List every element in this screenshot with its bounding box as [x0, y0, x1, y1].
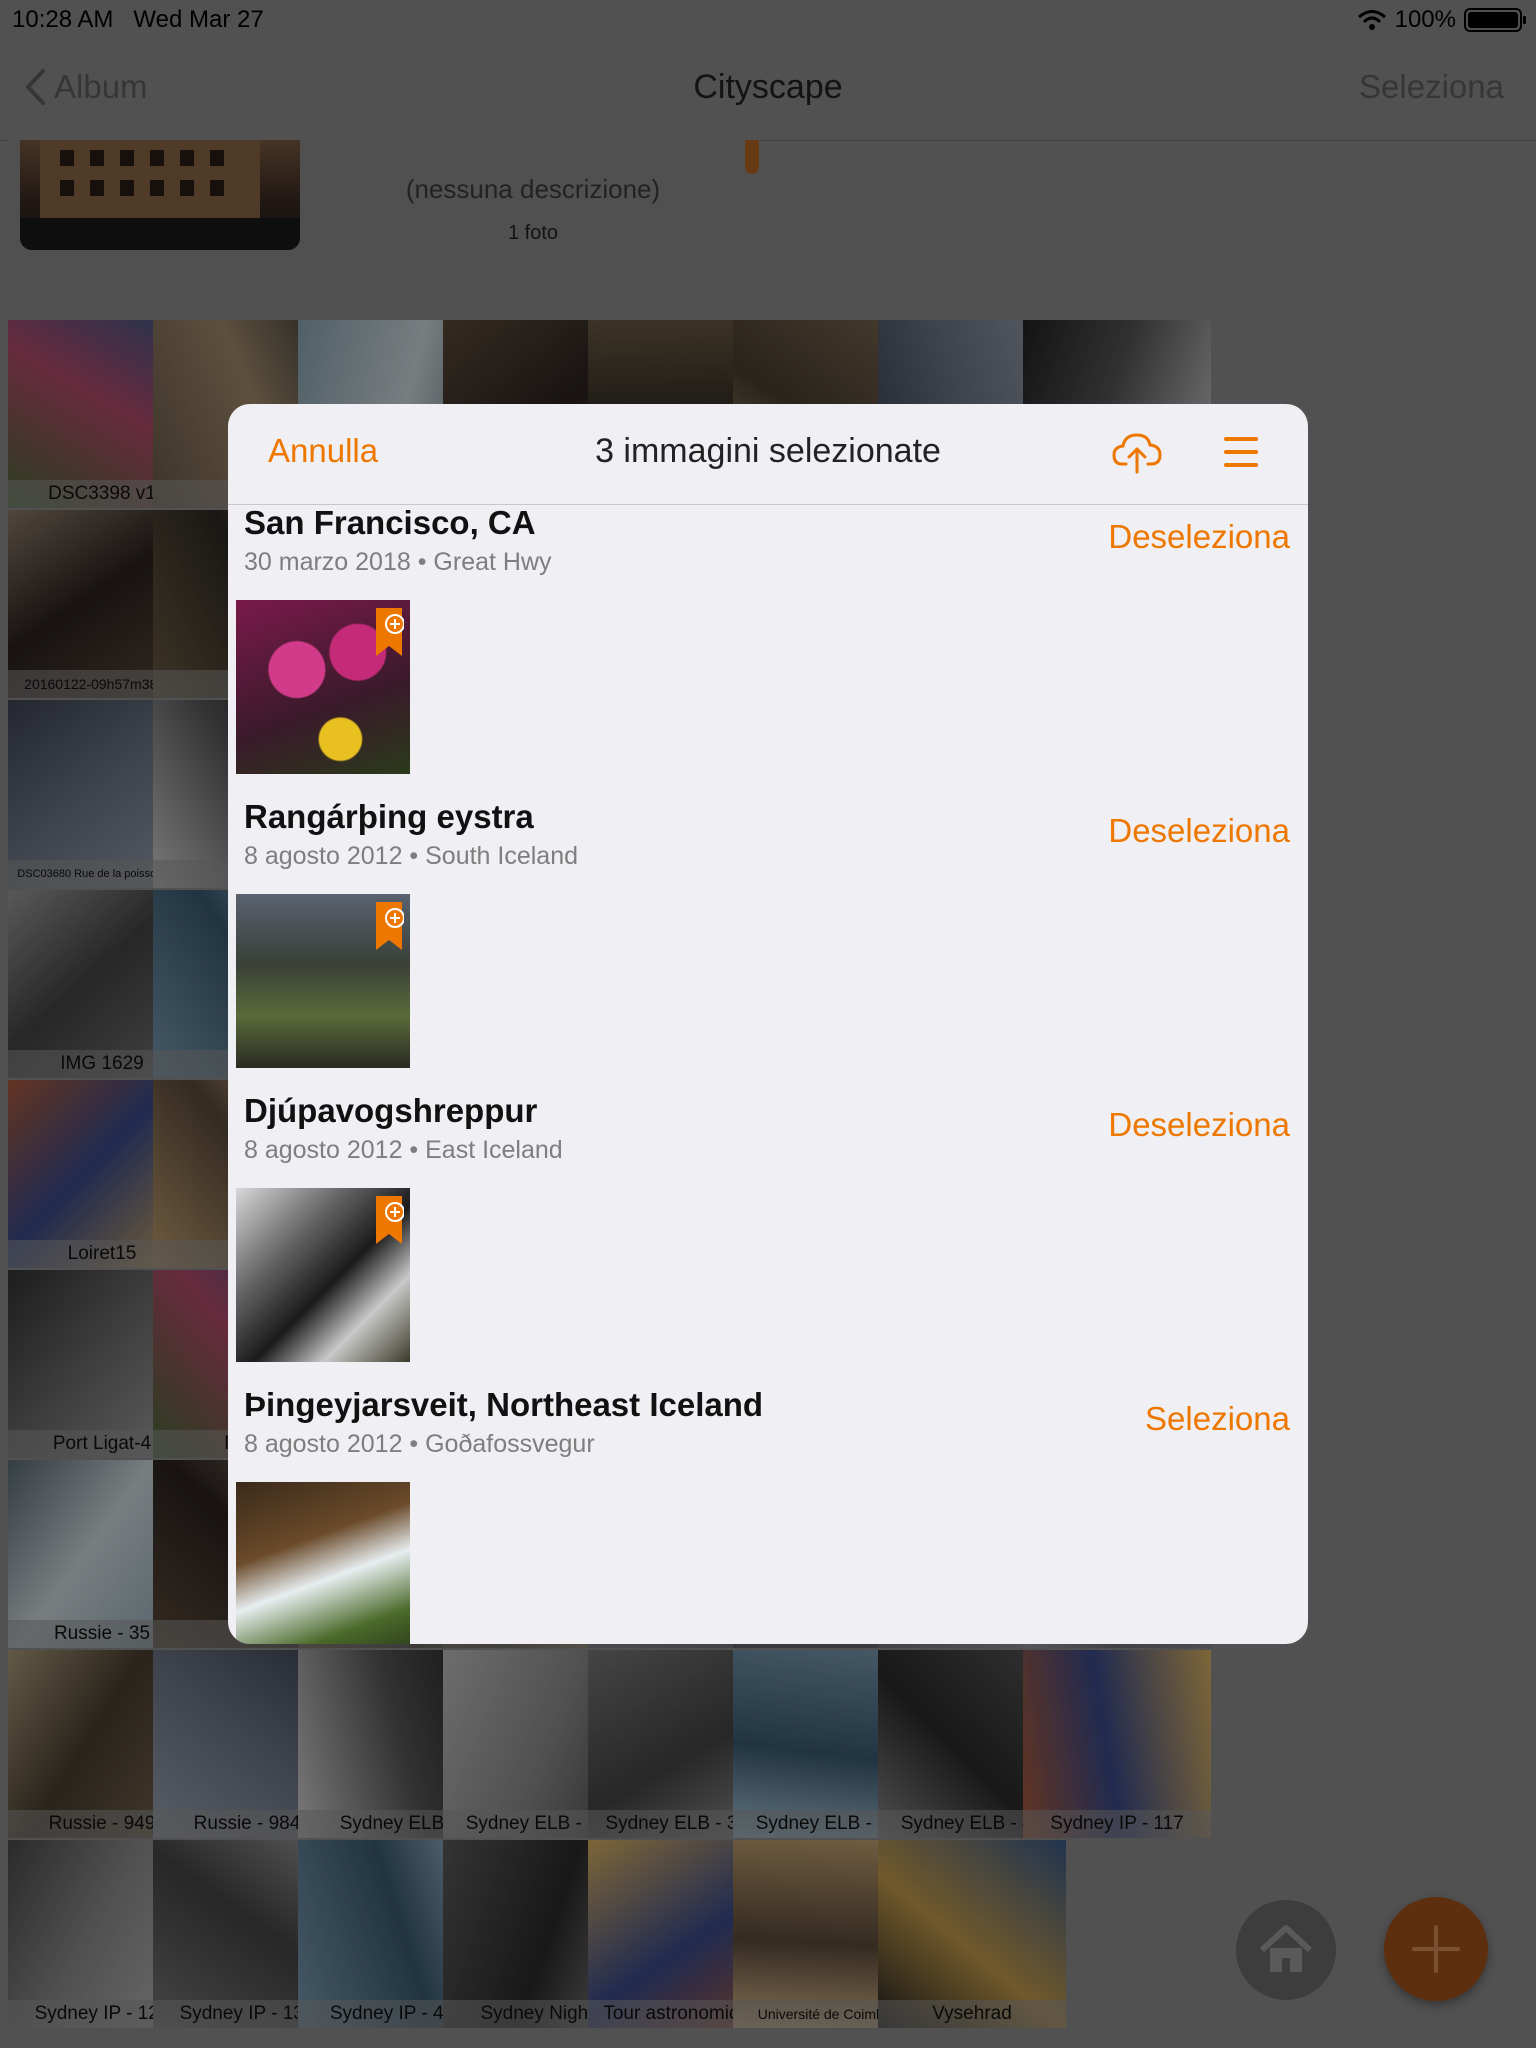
group-select-toggle-button[interactable]: Deseleziona — [1108, 518, 1290, 556]
group-select-toggle-button[interactable]: Deseleziona — [1108, 1106, 1290, 1144]
group-place: Rangárþing eystra — [244, 798, 534, 835]
selection-dialog: Annulla 3 immagini selezionate San Franc… — [228, 404, 1308, 1644]
group-subtitle: 8 agosto 2012 • East Iceland — [244, 1136, 563, 1164]
cloud-upload-icon[interactable] — [1112, 430, 1162, 474]
photo-group: San Francisco, CA 30 marzo 2018 • Great H… — [228, 504, 1308, 798]
group-place: Þingeyjarsveit, Northeast Iceland — [244, 1386, 764, 1423]
group-select-toggle-button[interactable]: Deseleziona — [1108, 812, 1290, 850]
bookmark-add-icon — [376, 1196, 404, 1244]
group-photo-thumbnail[interactable] — [236, 1482, 410, 1644]
group-select-toggle-button[interactable]: Seleziona — [1145, 1400, 1290, 1438]
photo-group: Djúpavogshreppur 8 agosto 2012 • East Ice… — [228, 1092, 1308, 1386]
group-subtitle: 8 agosto 2012 • South Iceland — [244, 842, 579, 870]
bookmark-add-icon — [376, 902, 404, 950]
photo-group: Rangárþing eystra 8 agosto 2012 • South I… — [228, 798, 1308, 1092]
photo-group: Þingeyjarsveit, Northeast Iceland 8 agost… — [228, 1386, 1308, 1644]
bookmark-add-icon — [376, 608, 404, 656]
menu-icon[interactable] — [1224, 434, 1258, 470]
group-photo-thumbnail[interactable] — [236, 894, 410, 1068]
group-place: San Francisco, CA — [244, 504, 536, 541]
group-subtitle: 30 marzo 2018 • Great Hwy — [244, 548, 552, 576]
group-photo-thumbnail[interactable] — [236, 1188, 410, 1362]
group-place: Djúpavogshreppur — [244, 1092, 538, 1129]
group-subtitle: 8 agosto 2012 • Goðafossvegur — [244, 1430, 595, 1458]
dialog-header: Annulla 3 immagini selezionate — [228, 404, 1308, 505]
group-photo-thumbnail[interactable] — [236, 600, 410, 774]
